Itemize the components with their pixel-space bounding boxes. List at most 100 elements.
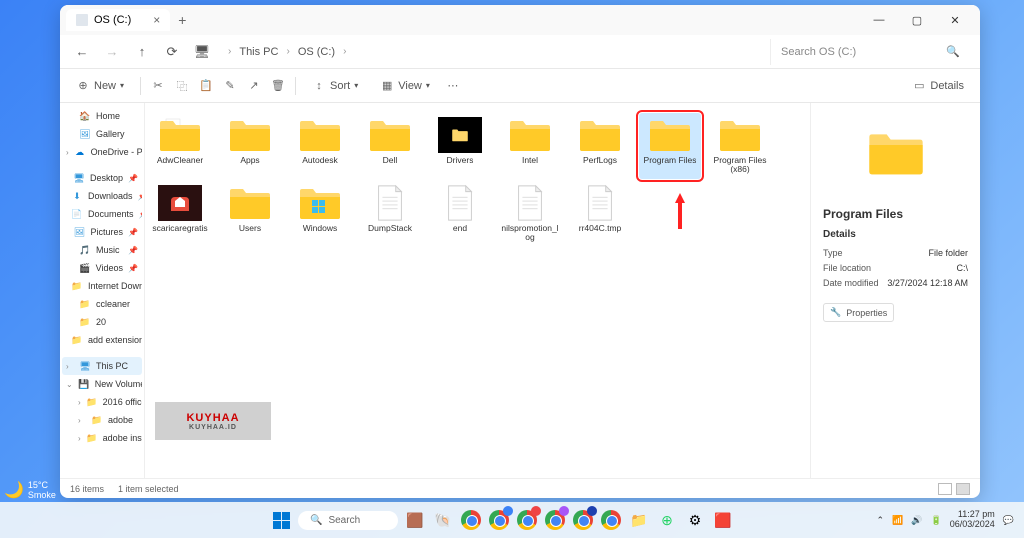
taskbar-chrome-6[interactable]	[600, 509, 622, 531]
start-button[interactable]	[270, 509, 292, 531]
volume-icon[interactable]: 🔊	[911, 515, 922, 526]
tab-active[interactable]: OS (C:) ×	[66, 9, 170, 31]
sidebar-icon: 🖥	[79, 360, 91, 372]
taskbar-explorer[interactable]: 📁	[628, 509, 650, 531]
taskbar-app-last[interactable]: 🟥	[712, 509, 734, 531]
sidebar-item[interactable]: 🎵Music📌	[62, 241, 142, 259]
taskbar-app-2[interactable]: 🐚	[432, 509, 454, 531]
sidebar-item[interactable]: 🖥Desktop📌	[62, 169, 142, 187]
sidebar-icon: 🖼	[79, 128, 91, 140]
search-box[interactable]: Search OS (C:) 🔍	[770, 39, 970, 65]
file-icon	[438, 185, 482, 221]
navigation-sidebar: 🏠Home🖼Gallery›☁OneDrive - Perso 🖥Desktop📌…	[60, 103, 145, 478]
sidebar-item[interactable]: ›☁OneDrive - Perso	[62, 143, 142, 161]
sidebar-item[interactable]: 📁ccleaner	[62, 295, 142, 313]
cut-button[interactable]: ✂	[151, 79, 165, 93]
refresh-button[interactable]: ⟳	[160, 40, 184, 64]
sidebar-item[interactable]: 📁20	[62, 313, 142, 331]
close-button[interactable]: ✕	[936, 5, 974, 35]
details-toggle[interactable]: ▭ Details	[906, 75, 970, 97]
sidebar-item[interactable]: ›📁adobe	[62, 411, 142, 429]
forward-button[interactable]: →	[100, 40, 124, 64]
file-item[interactable]: Drivers	[429, 113, 491, 179]
sidebar-item[interactable]: ⌄💾New Volume (F:)	[62, 375, 142, 393]
sidebar-item[interactable]: 🖼Gallery	[62, 125, 142, 143]
back-button[interactable]: ←	[70, 40, 94, 64]
taskbar-whatsapp[interactable]: ⊕	[656, 509, 678, 531]
file-item[interactable]: Windows	[289, 181, 351, 247]
sidebar-icon: 💾	[78, 378, 90, 390]
address-bar[interactable]: › This PC › OS (C:) ›	[220, 44, 764, 60]
sidebar-item[interactable]: 🖼Pictures📌	[62, 223, 142, 241]
folder-icon	[438, 117, 482, 153]
sidebar-icon: 📁	[91, 414, 103, 426]
layout-list-icon[interactable]	[938, 483, 952, 495]
sidebar-item[interactable]: ›📁adobe install	[62, 429, 142, 447]
more-button[interactable]: ⋯	[446, 79, 460, 93]
file-item[interactable]: Users	[219, 181, 281, 247]
status-selected: 1 item selected	[118, 484, 179, 494]
weather-widget[interactable]: 🌙 15°C Smoke	[4, 480, 56, 500]
file-item[interactable]: rr404C.tmp	[569, 181, 631, 247]
file-item[interactable]: scaricaregratis	[149, 181, 211, 247]
pin-icon: 📌	[128, 264, 138, 273]
sidebar-item[interactable]: 🎬Videos📌	[62, 259, 142, 277]
file-item[interactable]: Intel	[499, 113, 561, 179]
sidebar-item[interactable]: 🏠Home	[62, 107, 142, 125]
sidebar-item[interactable]: 📁Internet Downlo	[62, 277, 142, 295]
layout-grid-icon[interactable]	[956, 483, 970, 495]
taskbar-chrome-1[interactable]	[460, 509, 482, 531]
up-button[interactable]: ↑	[130, 40, 154, 64]
sort-button[interactable]: ↕ Sort ▾	[306, 75, 364, 97]
files-area[interactable]: AdwCleanerAppsAutodeskDellDriversIntelPe…	[145, 103, 810, 478]
tray-chevron-icon[interactable]: ⌃	[877, 515, 885, 526]
file-item[interactable]: DumpStack	[359, 181, 421, 247]
taskbar-chrome-3[interactable]	[516, 509, 538, 531]
sidebar-item[interactable]: ⬇Downloads📌	[62, 187, 142, 205]
file-item[interactable]: Apps	[219, 113, 281, 179]
badge-icon	[503, 506, 513, 516]
wifi-icon[interactable]: 📶	[892, 515, 903, 526]
rename-button[interactable]: ✎	[223, 79, 237, 93]
tab-close-icon[interactable]: ×	[153, 13, 160, 27]
folder-icon	[298, 185, 342, 221]
details-row: File locationC:\	[823, 263, 968, 273]
new-button[interactable]: ⊕ New ▾	[70, 75, 130, 97]
file-item[interactable]: Program Files (x86)	[709, 113, 771, 179]
file-item[interactable]: AdwCleaner	[149, 113, 211, 179]
taskbar-chrome-2[interactable]	[488, 509, 510, 531]
sidebar-item[interactable]: ›🖥This PC	[62, 357, 142, 375]
crumb-this-pc[interactable]: This PC	[235, 44, 282, 60]
file-item[interactable]: end	[429, 181, 491, 247]
sidebar-item[interactable]: ›📁2016 office	[62, 393, 142, 411]
clock[interactable]: 11:27 pm 06/03/2024	[950, 510, 995, 530]
search-placeholder: Search OS (C:)	[781, 46, 856, 58]
new-tab-button[interactable]: +	[170, 8, 194, 32]
battery-icon[interactable]: 🔋	[931, 515, 942, 526]
crumb-drive[interactable]: OS (C:)	[294, 44, 339, 60]
sidebar-item[interactable]: 📄Documents📌	[62, 205, 142, 223]
delete-button[interactable]: 🗑	[271, 79, 285, 93]
taskbar-settings[interactable]: ⚙	[684, 509, 706, 531]
file-item[interactable]: PerfLogs	[569, 113, 631, 179]
minimize-button[interactable]: —	[860, 5, 898, 35]
taskbar-search[interactable]: 🔍 Search	[298, 511, 398, 530]
view-button[interactable]: ▦ View ▾	[374, 75, 436, 97]
file-item[interactable]: Autodesk	[289, 113, 351, 179]
file-item[interactable]: nilspromotion_log	[499, 181, 561, 247]
share-button[interactable]: ↗	[247, 79, 261, 93]
paste-button[interactable]: 📋	[199, 79, 213, 93]
file-item[interactable]: Program Files	[639, 113, 701, 179]
maximize-button[interactable]: ▢	[898, 5, 936, 35]
folder-icon	[368, 117, 412, 153]
details-icon: ▭	[912, 79, 926, 93]
file-item[interactable]: Dell	[359, 113, 421, 179]
taskbar-chrome-4[interactable]	[544, 509, 566, 531]
properties-button[interactable]: 🔧 Properties	[823, 303, 894, 322]
notification-icon[interactable]: 💬	[1003, 515, 1014, 526]
sidebar-item[interactable]: 📁add extension	[62, 331, 142, 349]
sidebar-icon: 📁	[79, 316, 91, 328]
copy-button[interactable]: ⿻	[175, 79, 189, 93]
taskbar-app-1[interactable]: 🟫	[404, 509, 426, 531]
taskbar-chrome-5[interactable]	[572, 509, 594, 531]
